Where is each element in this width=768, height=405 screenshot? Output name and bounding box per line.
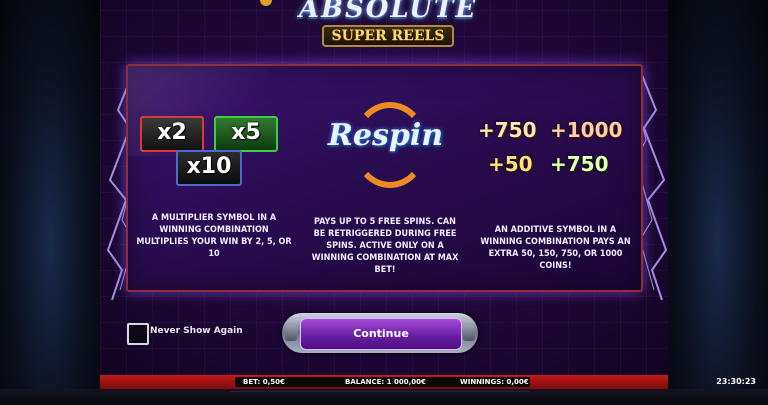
bottom-decoration [230,391,530,404]
additive-750-symbol: +750 [478,118,537,142]
continue-button-frame: Continue [282,313,478,353]
additive-description: AN ADDITIVE SYMBOL IN A WINNING COMBINAT… [480,225,631,271]
multiplier-description: A MULTIPLIER SYMBOL IN A WINNING COMBINA… [136,213,292,259]
background-right [668,0,768,405]
multiplier-x2-symbol: x2 [140,116,204,152]
never-show-checkbox[interactable] [127,323,149,345]
button-cap-right [463,325,475,341]
multiplier-x10-symbol: x10 [176,150,242,186]
continue-button[interactable]: Continue [300,318,462,350]
game-logo: ABSOLUTE SUPER REELS [278,0,498,54]
button-cap-left [285,325,297,341]
feature-respin: Respin PAYS UP TO 5 FREE SPINS. CAN BE R… [300,66,470,290]
respin-symbol: Respin [328,100,444,188]
feature-additive: +750 +1000 +50 +750 AN ADDITIVE SYMBOL I… [470,66,641,290]
additive-750-green-symbol: +750 [550,152,609,176]
additive-50-symbol: +50 [488,152,533,176]
logo-title: ABSOLUTE [298,0,478,24]
bet-value: BET: 0,50€ [243,378,285,386]
status-bar: BET: 0,50€ BALANCE: 1 000,00€ WINNINGS: … [100,375,668,389]
respin-description: PAYS UP TO 5 FREE SPINS. CAN BE RETRIGGE… [311,217,459,275]
feature-multiplier: x2 x5 x10 A MULTIPLIER SYMBOL IN A WINNI… [128,66,300,290]
status-readout: BET: 0,50€ BALANCE: 1 000,00€ WINNINGS: … [235,377,530,387]
multiplier-x5-symbol: x5 [214,116,278,152]
never-show-label: Never Show Again [150,326,243,336]
winnings-value: WINNINGS: 0,00€ [460,378,529,386]
respin-label: Respin [328,118,444,153]
background-left [0,0,100,405]
feature-panel: x2 x5 x10 A MULTIPLIER SYMBOL IN A WINNI… [126,64,643,292]
clock: 23:30:23 [716,377,756,386]
balance-value: BALANCE: 1 000,00€ [345,378,426,386]
additive-1000-symbol: +1000 [550,118,623,142]
logo-subtitle: SUPER REELS [321,25,455,47]
